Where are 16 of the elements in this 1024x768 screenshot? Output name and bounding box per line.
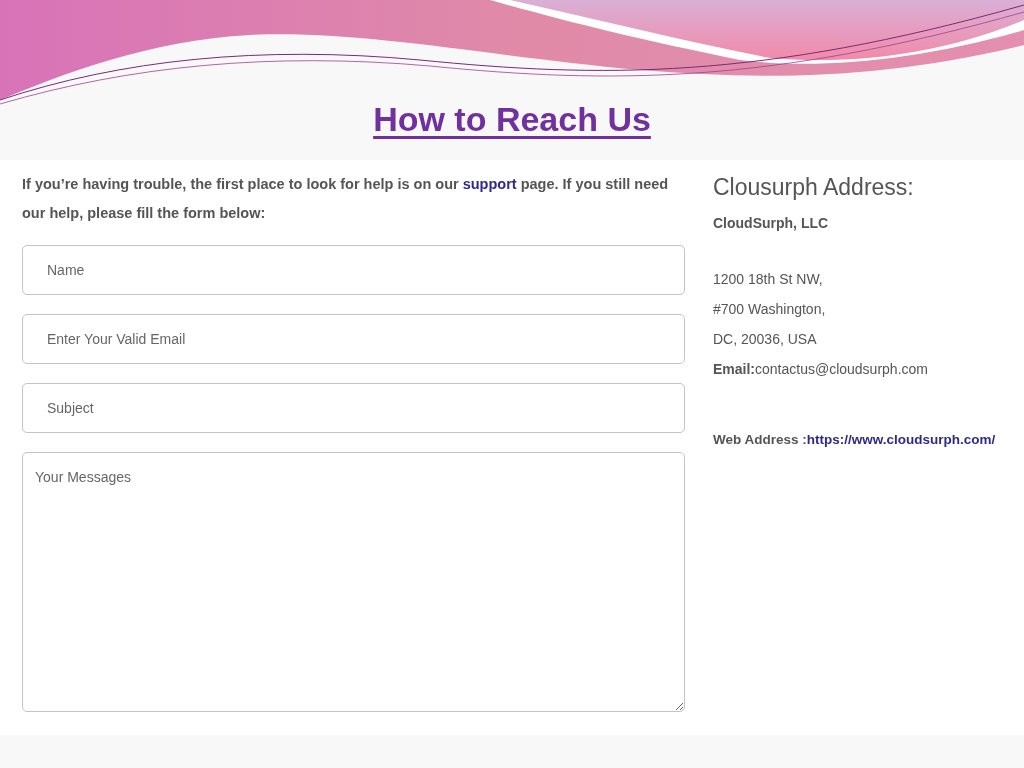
input-field[interactable]: Subject — [22, 383, 685, 433]
input-field[interactable]: Name — [22, 245, 685, 295]
website-link[interactable]: https://www.cloudsurph.com/ — [806, 432, 996, 447]
email-label: Email: — [713, 361, 755, 377]
address-heading: Clousurph Address: — [713, 174, 915, 201]
address-line: DC, 20036, USA — [713, 330, 818, 349]
email-address: contactus@cloudsurph.com — [755, 361, 928, 377]
message-field[interactable]: Your Messages — [22, 452, 685, 712]
address-line: 1200 18th St NW, — [713, 270, 824, 289]
intro-paragraph: If you’re having trouble, the first place to look for help is on our support page. If you still need our help, please fill the form below: — [22, 175, 670, 223]
web-address-label: Web Address : — [713, 432, 807, 447]
input-field[interactable]: Enter Your Valid Email — [22, 314, 685, 364]
support-link[interactable]: support — [462, 176, 517, 192]
slide-title: How to Reach Us — [373, 100, 651, 140]
company-name: CloudSurph, LLC — [713, 215, 830, 231]
address-line: #700 Washington, — [713, 300, 827, 319]
